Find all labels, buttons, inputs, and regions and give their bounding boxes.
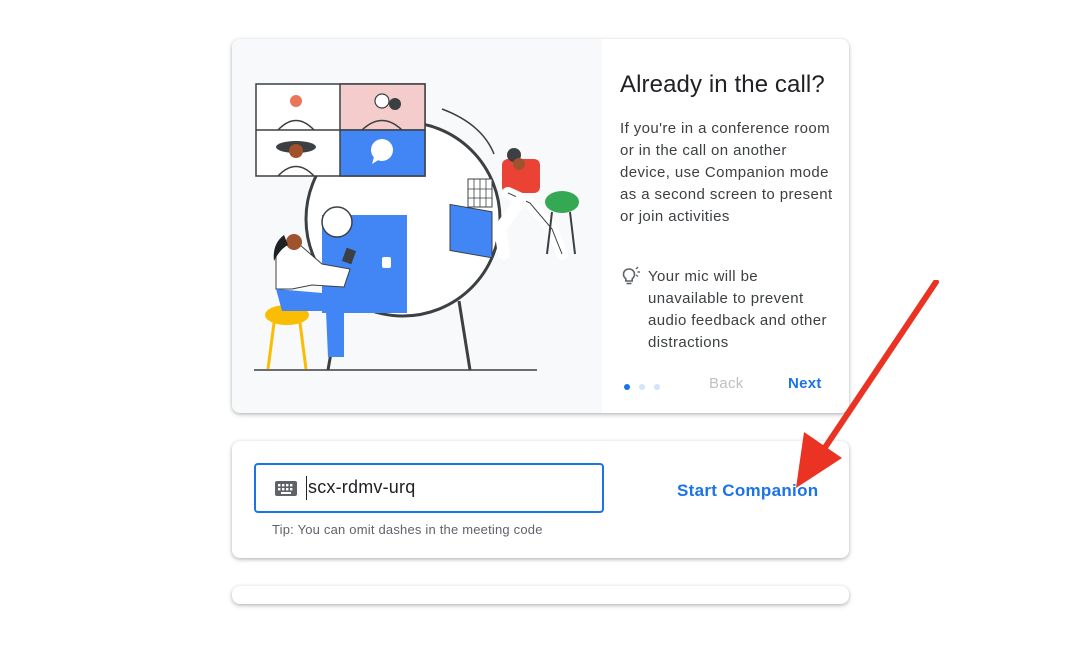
keyboard-icon [274, 480, 298, 498]
start-companion-button[interactable]: Start Companion [677, 481, 818, 501]
intro-description: If you're in a conference room or in the… [620, 120, 833, 225]
back-button[interactable]: Back [709, 375, 744, 392]
pager-dot-3[interactable] [654, 384, 660, 390]
meeting-code-value: scx-rdmv-urq [308, 477, 416, 497]
text-caret [306, 476, 307, 500]
next-button[interactable]: Next [788, 375, 822, 392]
intro-text-panel: Already in the call? If you're in a conf… [620, 39, 840, 413]
meeting-code-tip: Tip: You can omit dashes in the meeting … [272, 522, 543, 537]
meeting-code-input[interactable]: scx-rdmv-urq [254, 463, 604, 513]
intro-card: Already in the call? If you're in a conf… [232, 39, 849, 413]
lightbulb-icon [620, 266, 642, 288]
mic-tip-text: Your mic will be unavailable to prevent … [648, 268, 827, 351]
companion-mode-page: Already in the call? If you're in a conf… [0, 0, 1080, 648]
pager-dot-2[interactable] [639, 384, 645, 390]
bottom-card [232, 586, 849, 604]
video-call-illustration [232, 39, 602, 413]
intro-title: Already in the call? [620, 71, 825, 98]
meeting-code-card: scx-rdmv-urq Tip: You can omit dashes in… [232, 441, 849, 558]
pager-dot-1[interactable] [624, 384, 630, 390]
